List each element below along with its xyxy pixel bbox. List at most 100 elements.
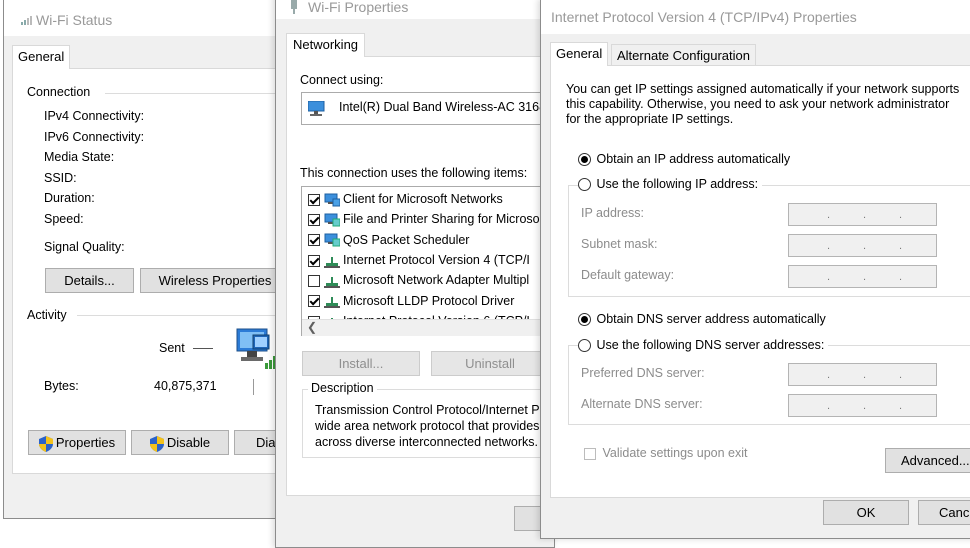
network-adapter-title-icon bbox=[289, 0, 299, 17]
preferred-dns-label: Preferred DNS server: bbox=[581, 366, 705, 380]
description-line-3: across diverse interconnected networks. bbox=[315, 435, 539, 449]
ip-dot: . bbox=[863, 400, 867, 412]
speed-label: Speed: bbox=[44, 212, 84, 226]
ip-dot: . bbox=[827, 209, 831, 221]
bytes-label: Bytes: bbox=[44, 379, 79, 393]
description-heading: Description bbox=[308, 381, 377, 395]
item-label: Client for Microsoft Networks bbox=[343, 192, 503, 206]
radio-button[interactable] bbox=[578, 313, 591, 327]
ip-address-field[interactable]: ... bbox=[788, 203, 937, 226]
item-checkbox[interactable] bbox=[308, 214, 320, 226]
items-label: This connection uses the following items… bbox=[300, 166, 528, 180]
validate-settings-label: Validate settings upon exit bbox=[602, 446, 748, 460]
intro-line-2: this capability. Otherwise, you need to … bbox=[566, 97, 950, 111]
network-protocol-icon bbox=[324, 297, 340, 309]
advanced-button[interactable]: Advanced... bbox=[885, 448, 970, 473]
use-following-dns-radio[interactable]: Use the following DNS server addresses: bbox=[578, 338, 829, 353]
ip-dot: . bbox=[899, 209, 903, 221]
item-checkbox[interactable] bbox=[308, 274, 320, 287]
ipv4-general-panel: You can get IP settings assigned automat… bbox=[550, 65, 970, 498]
uac-shield-icon bbox=[149, 435, 164, 452]
ip-dot: . bbox=[899, 400, 903, 412]
ipv4-connectivity-label: IPv4 Connectivity: bbox=[44, 109, 145, 123]
ip-dot: . bbox=[863, 240, 867, 252]
signal-quality-label: Signal Quality: bbox=[44, 240, 125, 254]
item-label: Internet Protocol Version 4 (TCP/I bbox=[343, 252, 530, 267]
description-line-1: Transmission Control Protocol/Internet P bbox=[315, 403, 540, 417]
activity-group-line bbox=[77, 315, 297, 316]
details-button[interactable]: Details... bbox=[45, 268, 134, 293]
preferred-dns-field[interactable]: ... bbox=[788, 363, 937, 386]
list-item[interactable]: Microsoft Network Adapter Multipl bbox=[308, 270, 529, 290]
use-following-ip-label: Use the following IP address: bbox=[596, 177, 759, 191]
disable-button-label: Disable bbox=[166, 435, 211, 450]
list-item[interactable]: QoS Packet Scheduler bbox=[308, 230, 469, 250]
uac-shield-icon bbox=[38, 435, 53, 452]
duration-label: Duration: bbox=[44, 191, 95, 205]
default-gateway-label: Default gateway: bbox=[581, 268, 675, 282]
items-scrollbar[interactable]: ❮ bbox=[302, 319, 552, 336]
network-adapter-icon bbox=[308, 101, 325, 116]
wifi-signal-icon bbox=[21, 14, 33, 28]
ip-dot: . bbox=[863, 369, 867, 381]
ipv6-connectivity-label: IPv6 Connectivity: bbox=[44, 130, 145, 144]
use-following-ip-radio[interactable]: Use the following IP address: bbox=[578, 177, 763, 192]
scroll-left-arrow-icon[interactable]: ❮ bbox=[307, 320, 317, 334]
network-activity-icon bbox=[231, 327, 279, 374]
sent-dash bbox=[193, 348, 213, 349]
subnet-mask-field[interactable]: ... bbox=[788, 234, 937, 257]
ssid-label: SSID: bbox=[44, 171, 77, 185]
connection-heading: Connection bbox=[27, 85, 91, 99]
list-item[interactable]: Client for Microsoft Networks bbox=[308, 189, 503, 209]
ip-dot: . bbox=[827, 240, 831, 252]
radio-button[interactable] bbox=[578, 178, 591, 192]
item-checkbox[interactable] bbox=[308, 295, 320, 308]
tab-general[interactable]: General bbox=[550, 42, 609, 66]
obtain-dns-auto-radio[interactable]: Obtain DNS server address automatically bbox=[578, 312, 826, 327]
properties-button[interactable]: Properties bbox=[28, 430, 126, 455]
list-item[interactable]: File and Printer Sharing for Microso bbox=[308, 209, 540, 229]
cancel-button[interactable]: Canc bbox=[918, 500, 970, 525]
validate-settings-checkbox[interactable]: Validate settings upon exit bbox=[584, 446, 748, 460]
alternate-dns-field[interactable]: ... bbox=[788, 394, 937, 417]
item-label: Microsoft LLDP Protocol Driver bbox=[343, 293, 515, 308]
checkbox[interactable] bbox=[584, 447, 596, 460]
install-button[interactable]: Install... bbox=[302, 351, 420, 376]
obtain-ip-auto-radio[interactable]: Obtain an IP address automatically bbox=[578, 152, 790, 167]
description-line-2: wide area network protocol that provides bbox=[315, 419, 540, 433]
list-item[interactable]: Internet Protocol Version 4 (TCP/I bbox=[308, 250, 530, 270]
window-title: Wi-Fi Properties bbox=[308, 0, 409, 15]
wireless-properties-button[interactable]: Wireless Properties bbox=[140, 268, 290, 293]
item-checkbox[interactable] bbox=[308, 193, 320, 206]
use-following-dns-label: Use the following DNS server addresses: bbox=[596, 338, 825, 352]
ip-dot: . bbox=[863, 271, 867, 283]
ip-dot: . bbox=[827, 271, 831, 283]
network-service-icon bbox=[324, 213, 340, 227]
tab-general[interactable]: General bbox=[12, 45, 71, 69]
ip-dot: . bbox=[863, 209, 867, 221]
default-gateway-field[interactable]: ... bbox=[788, 265, 937, 288]
ok-button[interactable]: OK bbox=[823, 500, 909, 525]
wifi-properties-titlebar: Wi-Fi Properties bbox=[276, 0, 554, 19]
uninstall-button[interactable]: Uninstall bbox=[431, 351, 549, 376]
ip-address-label: IP address: bbox=[581, 206, 645, 220]
network-protocol-icon bbox=[324, 256, 340, 268]
list-item[interactable]: Microsoft LLDP Protocol Driver bbox=[308, 291, 514, 311]
item-label: Microsoft Network Adapter Multipl bbox=[343, 273, 530, 288]
tab-alternate-configuration[interactable]: Alternate Configuration bbox=[611, 44, 756, 66]
item-checkbox[interactable] bbox=[308, 234, 320, 247]
item-label: QoS Packet Scheduler bbox=[343, 232, 470, 247]
tab-networking[interactable]: Networking bbox=[286, 33, 366, 57]
items-list[interactable]: Client for Microsoft Networks File and Pr… bbox=[301, 186, 554, 336]
radio-button[interactable] bbox=[578, 339, 591, 353]
ip-dot: . bbox=[899, 271, 903, 283]
window-title: Wi-Fi Status bbox=[36, 12, 113, 28]
radio-button[interactable] bbox=[578, 153, 591, 167]
item-checkbox[interactable] bbox=[308, 254, 320, 267]
wifi-status-window: Wi-Fi Status General Connection IPv4 Con… bbox=[3, 0, 303, 519]
networking-panel: Connect using: Intel(R) Dual Band Wirele… bbox=[286, 56, 554, 496]
ip-dot: . bbox=[899, 369, 903, 381]
activity-heading: Activity bbox=[27, 308, 67, 322]
network-client-icon bbox=[324, 193, 340, 207]
disable-button[interactable]: Disable bbox=[131, 430, 229, 455]
